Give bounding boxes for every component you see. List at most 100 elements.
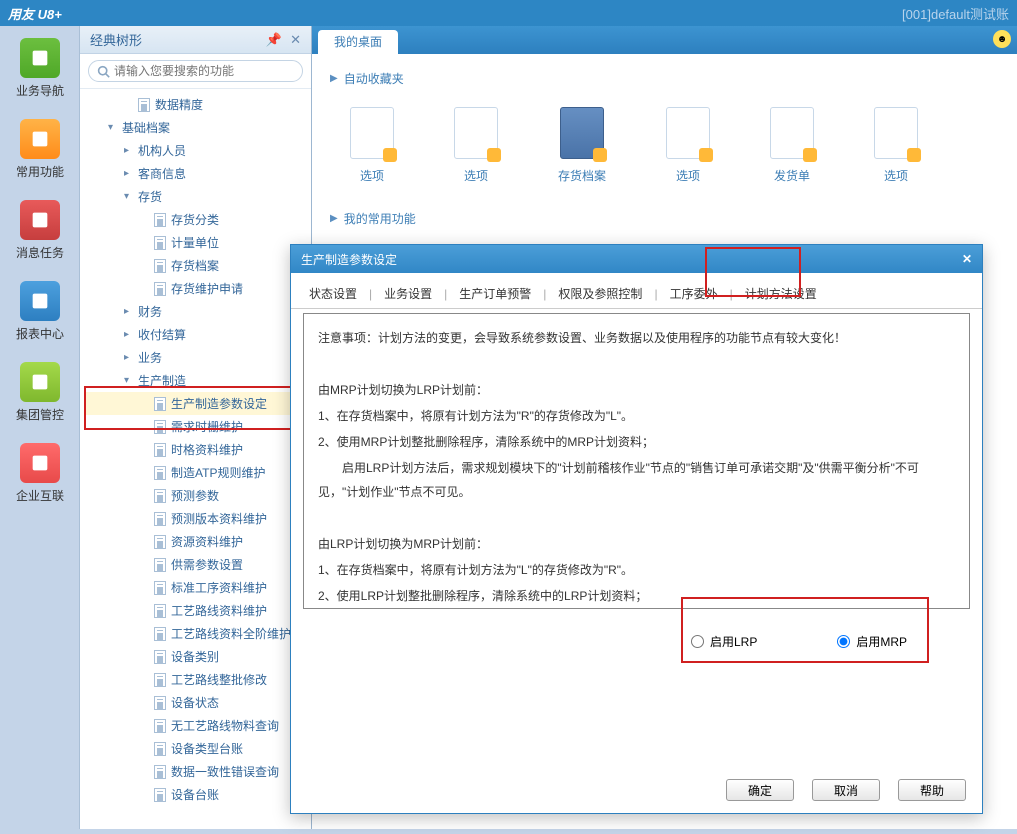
tree-branch[interactable]: ▾生产制造	[84, 369, 311, 392]
dialog-tab[interactable]: 权限及参照控制	[552, 281, 648, 306]
tree-leaf[interactable]: 标准工序资料维护	[84, 576, 311, 599]
tree-label: 时格资料维护	[171, 441, 243, 458]
shortcut-label: 存货档案	[558, 167, 606, 184]
tree-leaf[interactable]: 预测参数	[84, 484, 311, 507]
tree-branch[interactable]: ▸客商信息	[84, 162, 311, 185]
tree-leaf[interactable]: 设备台账	[84, 783, 311, 806]
tree-leaf[interactable]: 供需参数设置	[84, 553, 311, 576]
dialog-title-bar[interactable]: 生产制造参数设定 ✕	[291, 245, 982, 273]
document-icon	[154, 282, 166, 296]
tree-leaf[interactable]: 存货维护申请	[84, 277, 311, 300]
dialog-tab[interactable]: 业务设置	[378, 281, 438, 306]
dialog-tab[interactable]: 状态设置	[303, 281, 363, 306]
left-icon-rail: 业务导航常用功能消息任务报表中心集团管控企业互联	[0, 26, 80, 829]
tree-branch[interactable]: ▾基础档案	[84, 116, 311, 139]
dialog-title: 生产制造参数设定	[301, 251, 397, 268]
tree-leaf[interactable]: 预测版本资料维护	[84, 507, 311, 530]
tree-toggle-icon: ▾	[124, 375, 136, 386]
shortcut-item[interactable]: 发货单	[770, 107, 814, 184]
dialog-text: 2、使用LRP计划整批删除程序，清除系统中的LRP计划资料；	[318, 584, 955, 608]
dialog-text: 1、在存货档案中，将原有计划方法为"L"的存货修改为"R"。	[318, 558, 955, 582]
dialog-body: 注意事项：计划方法的变更，会导致系统参数设置、业务数据以及使用程序的功能节点有较…	[303, 313, 970, 609]
document-icon	[154, 788, 166, 802]
tree-branch[interactable]: ▸财务	[84, 300, 311, 323]
smiley-icon[interactable]: ☻	[993, 30, 1011, 48]
tree-branch[interactable]: ▸收付结算	[84, 323, 311, 346]
dialog-text	[318, 352, 955, 376]
tree-label: 收付结算	[138, 326, 186, 343]
rail-item[interactable]: 企业互联	[0, 431, 80, 512]
ok-button[interactable]: 确定	[726, 779, 794, 801]
shortcut-icon	[454, 107, 498, 159]
tree-label: 设备状态	[171, 694, 219, 711]
tree-leaf[interactable]: 生产制造参数设定	[84, 392, 311, 415]
tree-toggle-icon: ▸	[124, 145, 136, 156]
rail-item[interactable]: 消息任务	[0, 188, 80, 269]
tree-leaf[interactable]: 数据精度	[84, 93, 311, 116]
tree-leaf[interactable]: 工艺路线资料全阶维护	[84, 622, 311, 645]
shortcut-label: 选项	[874, 167, 918, 184]
tree-leaf[interactable]: 工艺路线整批修改	[84, 668, 311, 691]
rail-icon	[20, 362, 60, 402]
help-button[interactable]: 帮助	[898, 779, 966, 801]
tree-leaf[interactable]: 计量单位	[84, 231, 311, 254]
tree-leaf[interactable]: 制造ATP规则维护	[84, 461, 311, 484]
dialog-tab[interactable]: 计划方法设置	[739, 281, 823, 306]
tree-leaf[interactable]: 时格资料维护	[84, 438, 311, 461]
tree-leaf[interactable]: 设备状态	[84, 691, 311, 714]
tree-search	[80, 54, 311, 89]
tree-label: 机构人员	[138, 142, 186, 159]
search-input[interactable]	[114, 64, 294, 78]
dialog-text: 1、在存货档案中，将原有计划方法为"R"的存货修改为"L"。	[318, 404, 955, 428]
shortcut-icon	[874, 107, 918, 159]
rail-item[interactable]: 集团管控	[0, 350, 80, 431]
search-icon	[97, 65, 110, 78]
document-icon	[154, 420, 166, 434]
tree-label: 设备台账	[171, 786, 219, 803]
shortcut-item[interactable]: 存货档案	[558, 107, 606, 184]
rail-item[interactable]: 常用功能	[0, 107, 80, 188]
tree-leaf[interactable]: 无工艺路线物料查询	[84, 714, 311, 737]
section-my-common[interactable]: ▶ 我的常用功能	[330, 210, 999, 227]
dialog-tab[interactable]: 生产订单预警	[453, 281, 537, 306]
tree-label: 生产制造参数设定	[171, 395, 267, 412]
document-icon	[154, 397, 166, 411]
shortcut-item[interactable]: 选项	[666, 107, 710, 184]
tree-leaf[interactable]: 资源资料维护	[84, 530, 311, 553]
document-icon	[154, 650, 166, 664]
tree-leaf[interactable]: 设备类别	[84, 645, 311, 668]
tree-leaf[interactable]: 工艺路线资料维护	[84, 599, 311, 622]
tree-label: 工艺路线资料维护	[171, 602, 267, 619]
tree-leaf[interactable]: 存货档案	[84, 254, 311, 277]
pin-icon[interactable]: 📌	[266, 32, 282, 48]
shortcut-item[interactable]: 选项	[454, 107, 498, 184]
rail-item[interactable]: 业务导航	[0, 26, 80, 107]
dialog-tab[interactable]: 工序委外	[664, 281, 724, 306]
document-icon	[154, 489, 166, 503]
section-auto-favorites[interactable]: ▶ 自动收藏夹	[330, 70, 999, 87]
rail-item[interactable]: 报表中心	[0, 269, 80, 350]
tab-desktop[interactable]: 我的桌面	[318, 30, 398, 54]
tree-leaf[interactable]: 数据一致性错误查询	[84, 760, 311, 783]
radio-mrp[interactable]: 启用MRP	[837, 633, 907, 650]
tree-branch[interactable]: ▾存货	[84, 185, 311, 208]
tree-branch[interactable]: ▸业务	[84, 346, 311, 369]
tree-leaf[interactable]: 设备类型台账	[84, 737, 311, 760]
tree-leaf[interactable]: 存货分类	[84, 208, 311, 231]
document-icon	[154, 627, 166, 641]
tree-leaf[interactable]: 需求时栅维护	[84, 415, 311, 438]
radio-lrp[interactable]: 启用LRP	[691, 633, 757, 650]
tree-label: 财务	[138, 303, 162, 320]
tree-label: 存货分类	[171, 211, 219, 228]
tree-label: 业务	[138, 349, 162, 366]
cancel-button[interactable]: 取消	[812, 779, 880, 801]
shortcut-icon	[560, 107, 604, 159]
rail-label: 报表中心	[0, 325, 80, 342]
tree-branch[interactable]: ▸机构人员	[84, 139, 311, 162]
shortcut-item[interactable]: 选项	[350, 107, 394, 184]
close-icon[interactable]: ✕	[290, 32, 301, 48]
tree-label: 存货维护申请	[171, 280, 243, 297]
tree-label: 客商信息	[138, 165, 186, 182]
dialog-close-icon[interactable]: ✕	[962, 252, 972, 266]
shortcut-item[interactable]: 选项	[874, 107, 918, 184]
